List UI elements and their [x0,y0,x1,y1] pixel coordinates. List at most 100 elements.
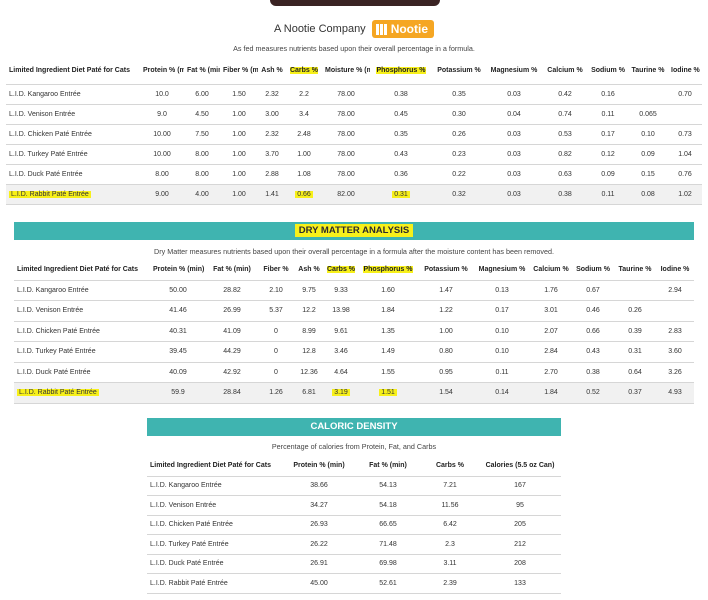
col-header-limited-ingredient-diet-pat-for-cats: Limited Ingredient Diet Paté for Cats [14,260,150,281]
col-header-phosphorus: Phosphorus % [358,260,418,281]
row-label: L.I.D. Chicken Paté Entrée [147,515,283,535]
col-header-protein-min: Protein % (min) [150,260,206,281]
col-header-calcium: Calcium % [542,58,588,85]
table-cell: 1.08 [286,164,322,185]
dry-matter-banner: DRY MATTER ANALYSIS [14,222,694,240]
table-cell: 2.2 [286,84,322,105]
table-cell: 0.11 [588,184,628,205]
table-cell: 0.31 [614,341,656,363]
table-cell: 2.48 [286,124,322,145]
table-cell: 0.09 [628,144,668,165]
table-cell: 6.00 [184,84,220,105]
table-cell: 1.76 [530,280,572,301]
table-cell: 0.32 [432,184,486,205]
highlight-mark: 3.19 [332,389,350,397]
dry-matter-header-row: Limited Ingredient Diet Paté for Cats Pro… [14,260,694,281]
table-cell: 3.60 [656,341,694,363]
table-cell: 3.46 [324,341,358,363]
table-cell: 0.66 [572,321,614,342]
table-cell: 0.74 [542,104,588,125]
table-cell: 10.00 [140,124,184,145]
table-cell: 0.16 [588,84,628,105]
col-header-ash: Ash % [258,58,286,85]
col-header-fat-min: Fat % (min) [206,260,258,281]
row-label: L.I.D. Rabbit Paté Entrée [147,573,283,594]
table-cell: 1.47 [418,280,474,301]
table-cell: 6.42 [421,515,479,535]
row-label: L.I.D. Kangaroo Entrée [147,476,283,496]
table-cell: 78.00 [322,144,370,165]
col-header-sodium: Sodium % [572,260,614,281]
table-cell: 0.80 [418,341,474,363]
table-cell: 28.84 [206,382,258,404]
cell-highlighted: 0.31 [370,184,432,205]
table-cell: 0.09 [588,164,628,185]
table-cell: 1.04 [668,144,702,165]
table-cell: 0.39 [614,321,656,342]
bars-icon [375,23,387,35]
col-header-fiber-max: Fiber % (max) [220,58,258,85]
table-cell: 0.53 [542,124,588,145]
table-cell: 2.88 [258,164,286,185]
table-cell: 59.9 [150,382,206,404]
table-cell: 45.00 [283,573,355,594]
table-cell: 2.32 [258,124,286,145]
brand-header: A Nootie Company Nootie [0,18,708,40]
table-cell: 10.0 [140,84,184,105]
table-row: L.I.D. Venison Entrée 34.27 54.18 11.56 95 [147,495,561,516]
table-cell: 3.00 [258,104,286,125]
table-cell: 0.03 [486,164,542,185]
table-cell: 95 [479,495,561,516]
table-cell: 0.38 [542,184,588,205]
table-cell: 0.76 [668,164,702,185]
table-cell: 54.13 [355,476,421,496]
row-label-highlighted: L.I.D. Rabbit Paté Entrée [6,184,140,205]
table-cell: 0.10 [474,321,530,342]
table-cell: 41.09 [206,321,258,342]
col-header-highlight: Phosphorus % [363,265,413,273]
table-cell: 26.93 [283,515,355,535]
table-cell: 1.00 [220,164,258,185]
caloric-caption: Percentage of calories from Protein, Fat… [271,442,437,451]
table-cell: 2.84 [530,341,572,363]
col-header-calcium: Calcium % [530,260,572,281]
table-row: L.I.D. Turkey Paté Entrée 39.45 44.29 0 12.8… [14,341,694,363]
table-cell: 0.17 [588,124,628,145]
col-header-moisture-max: Moisture % (max) [322,58,370,85]
table-row: L.I.D. Rabbit Paté Entrée 9.00 4.00 1.00 1.4… [6,184,702,205]
table-cell: 7.21 [421,476,479,496]
table-row: L.I.D. Kangaroo Entrée 50.00 28.82 2.10 9.75… [14,280,694,301]
table-cell: 0.26 [614,300,656,322]
table-row: L.I.D. Turkey Paté Entrée 26.22 71.48 2.3 21… [147,534,561,555]
table-cell: 12.8 [294,341,324,363]
table-cell: 13.98 [324,300,358,322]
col-header-calories-5-5-oz-can: Calories (5.5 oz Can) [479,456,561,477]
table-cell: 0.43 [370,144,432,165]
table-row: L.I.D. Rabbit Paté Entrée 45.00 52.61 2.39 1… [147,573,561,594]
col-header-highlight: Carbs % [289,66,318,74]
table-cell: 0.04 [486,104,542,125]
row-label: L.I.D. Kangaroo Entrée [14,280,150,301]
table-cell: 0.11 [474,362,530,383]
table-cell: 8.00 [184,144,220,165]
table-cell [668,104,702,125]
table-cell: 11.56 [421,495,479,516]
table-cell: 44.29 [206,341,258,363]
table-row: L.I.D. Duck Paté Entrée 8.00 8.00 1.00 2.88 1… [6,164,702,185]
table-cell: 0.67 [572,280,614,301]
table-row: L.I.D. Rabbit Paté Entrée 59.9 28.84 1.26 6.… [14,382,694,404]
col-header-ash: Ash % [294,260,324,281]
table-cell: 0.03 [486,184,542,205]
caloric-density-banner: CALORIC DENSITY [147,418,561,436]
table-cell: 0.30 [432,104,486,125]
table-cell: 2.94 [656,280,694,301]
row-label: L.I.D. Chicken Paté Entrée [6,124,140,145]
cell-highlighted: 1.51 [358,382,418,404]
table-cell: 1.22 [418,300,474,322]
col-header-protein-min: Protein % (min) [140,58,184,85]
caloric-density-table: Limited Ingredient Diet Paté for Cats Pro… [147,456,561,594]
table-cell: 2.39 [421,573,479,594]
col-header-iodine: Iodine % [668,58,702,85]
table-cell: 3.70 [258,144,286,165]
row-label: L.I.D. Venison Entrée [147,495,283,516]
